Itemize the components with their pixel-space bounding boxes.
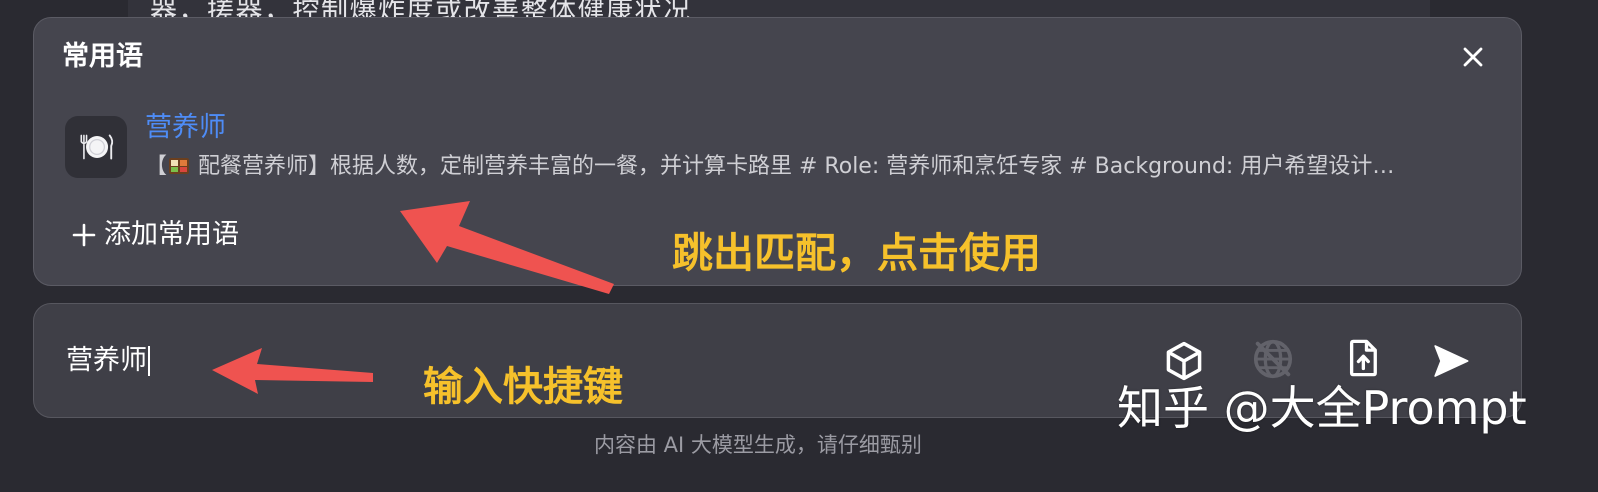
send-icon <box>1434 345 1469 377</box>
annotation-input-hint: 输入快捷键 <box>423 364 623 410</box>
close-icon <box>1463 47 1483 67</box>
description-text: 配餐营养师】根据人数，定制营养丰富的一餐，并计算卡路里 # Role: 营养师和… <box>191 154 1395 179</box>
popup-title: 常用语 <box>62 41 143 72</box>
upload-file-button[interactable] <box>1340 335 1386 381</box>
description-open-bracket: 【 <box>145 154 168 179</box>
plate-icon <box>80 134 114 160</box>
cube-icon <box>1166 341 1202 381</box>
add-quick-phrase-button[interactable]: 添加常用语 <box>70 216 300 256</box>
item-name: 营养师 <box>145 112 226 143</box>
bento-box-icon <box>169 158 190 174</box>
message-input-value: 营养师 <box>66 345 147 376</box>
quick-phrase-item[interactable]: 营养师 【 配餐营养师】根据人数，定制营养丰富的一餐，并计算卡路里 # Role… <box>34 98 1521 198</box>
model-button[interactable] <box>1161 338 1207 384</box>
annotation-popup-hint: 跳出匹配，点击使用 <box>672 229 1041 277</box>
item-icon-box <box>65 116 127 178</box>
close-button[interactable] <box>1461 45 1485 69</box>
item-description: 【 配餐营养师】根据人数，定制营养丰富的一餐，并计算卡路里 # Role: 营养… <box>145 153 1497 181</box>
plus-icon <box>72 223 96 247</box>
watermark: 知乎 @大全Prompt <box>1117 381 1527 435</box>
web-search-toggle[interactable] <box>1250 336 1296 382</box>
file-upload-icon <box>1349 339 1377 377</box>
globe-off-icon <box>1253 339 1293 379</box>
ai-disclaimer: 内容由 AI 大模型生成，请仔细甄别 <box>594 433 922 457</box>
add-quick-phrase-label: 添加常用语 <box>104 219 239 250</box>
message-input[interactable]: 营养师 <box>66 344 150 378</box>
text-caret <box>148 346 150 376</box>
send-button[interactable] <box>1428 338 1474 384</box>
